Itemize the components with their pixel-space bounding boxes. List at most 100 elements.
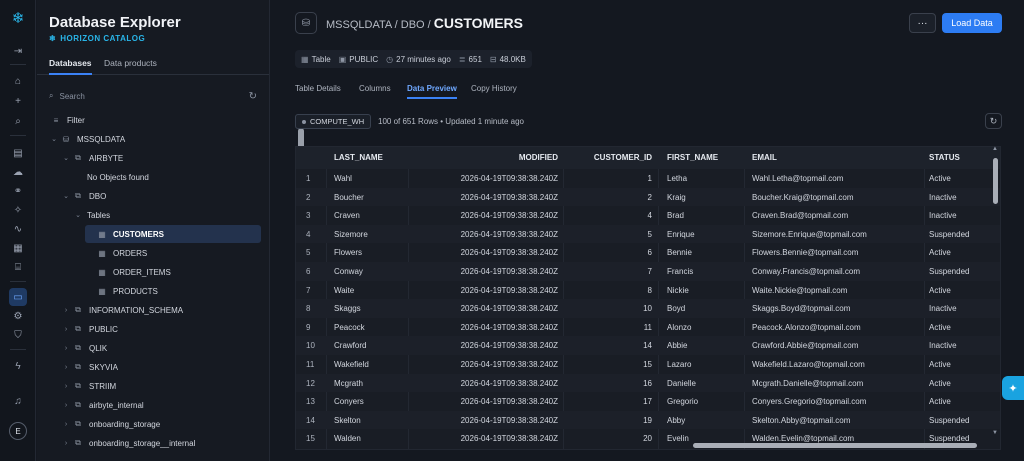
table-row[interactable]: 1 Wahl 2026-04-19T09:38:38.240Z 1 Letha Wahl.… (296, 169, 1000, 188)
table-row[interactable]: 13 Conyers 2026-04-19T09:38:38.240Z 17 Grego… (296, 392, 1000, 411)
header-col-last-name[interactable]: LAST_NAME (334, 153, 404, 162)
table-row[interactable]: 5 Flowers 2026-04-19T09:38:38.240Z 6 Bennie F… (296, 243, 1000, 262)
table-row[interactable]: 2 Boucher 2026-04-19T09:38:38.240Z 2 Kraig Bo… (296, 187, 1000, 207)
header-col-modified[interactable]: MODIFIED (410, 153, 558, 162)
governance-icon[interactable]: ⚙ (9, 307, 27, 325)
table-row[interactable]: 4 Sizemore 2026-04-19T09:38:38.240Z 5 Enriqu… (296, 224, 1000, 244)
warehouse-selector[interactable]: COMPUTE_WH (295, 114, 372, 129)
worksheets-icon[interactable]: ▤ (9, 144, 27, 162)
shield-icon[interactable]: ⛉ (9, 326, 27, 344)
cell-col-rownum: 5 (306, 248, 311, 258)
tree-item[interactable]: ⌄ ⧉ AIRBYTE (61, 149, 123, 167)
tree-item[interactable]: ⌄ ⛁ MSSQLDATA (49, 130, 125, 148)
scroll-down-icon[interactable]: ▼ (992, 430, 998, 436)
header-col-first-name[interactable]: FIRST_NAME (667, 153, 747, 162)
chevron-down-icon[interactable]: ⌄ (49, 135, 59, 143)
table-vertical-scrollbar[interactable]: ▲ ▼ (991, 146, 1001, 440)
breadcrumb-path[interactable]: MSSQLDATA / DBO / (326, 19, 431, 31)
header-col-email[interactable]: EMAIL (752, 153, 922, 162)
lightning-icon[interactable]: ϟ (9, 357, 27, 375)
chevron-right-icon[interactable]: › (61, 440, 71, 447)
search-icon[interactable]: ⌕ (9, 112, 27, 130)
expand-sidebar-icon[interactable]: ⇥ (9, 42, 27, 60)
scroll-thumb[interactable] (993, 158, 998, 204)
table-row[interactable]: 10 Crawford 2026-04-19T09:38:38.240Z 14 Abbi… (296, 336, 1000, 355)
bell-icon[interactable]: ♫ (9, 392, 27, 410)
chevron-right-icon[interactable]: › (61, 402, 71, 409)
tree-item-label: QLIK (89, 343, 108, 353)
cell-col-last-name: Waite (334, 285, 355, 295)
cell-col-status: Active (929, 285, 951, 295)
chevron-down-icon[interactable]: ⌄ (73, 211, 83, 219)
chevron-right-icon[interactable]: › (61, 326, 71, 333)
monitoring-icon[interactable]: ∿ (9, 220, 27, 238)
chevron-right-icon[interactable]: › (61, 307, 71, 314)
nav-rail: ❄ ⇥ ⌂ + ⌕ ▤ ☁ ⚭ ✧ ∿ ▦ ⌸ ▭ ⚙ ⛉ ϟ ♫ E (0, 0, 36, 461)
snowflake-logo-icon[interactable]: ❄ (9, 9, 27, 27)
ai-assistant-button[interactable]: ✦ (1002, 376, 1024, 400)
tree-item[interactable]: ▦ ORDERS (85, 244, 147, 262)
tree-item[interactable]: ⌄ ⧉ DBO (61, 187, 106, 205)
data-sharing-icon[interactable]: ⚭ (9, 182, 27, 200)
create-icon[interactable]: + (9, 92, 27, 110)
cell-col-first-name: Enrique (667, 229, 695, 239)
user-avatar[interactable]: E (9, 422, 27, 440)
apps-icon[interactable]: ▦ (9, 239, 27, 257)
database-icon[interactable]: ▭ (9, 288, 27, 306)
chevron-down-icon[interactable]: ⌄ (61, 192, 71, 200)
tree-item[interactable]: › ⧉ QLIK (61, 339, 107, 357)
table-row[interactable]: 9 Peacock 2026-04-19T09:38:38.240Z 11 Alonzo… (296, 318, 1000, 337)
tree-item[interactable]: ⌄ Tables (73, 206, 110, 224)
tree-item[interactable]: › ⧉ SKYVIA (61, 358, 118, 376)
tab-copy-history[interactable]: Copy History (471, 84, 517, 93)
table-row[interactable]: 3 Craven 2026-04-19T09:38:38.240Z 4 Brad Crav… (296, 206, 1000, 225)
cell-col-first-name: Lazaro (667, 360, 692, 369)
scroll-thumb[interactable] (693, 443, 977, 448)
table-row[interactable]: 7 Waite 2026-04-19T09:38:38.240Z 8 Nickie Wai… (296, 281, 1000, 300)
header-col-customer-id[interactable]: CUSTOMER_ID (564, 153, 652, 162)
tree-item[interactable]: › ⧉ PUBLIC (61, 320, 118, 338)
filter-button[interactable]: ≡ Filter (49, 111, 85, 129)
chevron-right-icon[interactable]: › (61, 383, 71, 390)
chevron-right-icon[interactable]: › (61, 421, 71, 428)
search-input[interactable]: Search (59, 92, 84, 101)
chevron-down-icon[interactable]: ⌄ (61, 154, 71, 162)
marketplace-icon[interactable]: ⌸ (9, 258, 27, 276)
tree-item[interactable]: ▦ ORDER_ITEMS (85, 263, 171, 281)
home-icon[interactable]: ⌂ (9, 72, 27, 90)
cell-col-modified: 2026-04-19T09:38:38.240Z (460, 415, 558, 425)
tree-item[interactable]: › ⧉ airbyte_internal (61, 396, 144, 414)
tree-item[interactable]: › ⧉ onboarding_storage (61, 415, 160, 433)
data-preview-table: LAST_NAME MODIFIED CUSTOMER_ID FIRST_NAME EM… (295, 146, 1001, 450)
table-row[interactable]: 12 Mcgrath 2026-04-19T09:38:38.240Z 16 Danie… (296, 373, 1000, 393)
upload-icon[interactable]: ☁ (9, 163, 27, 181)
refresh-icon[interactable]: ↻ (249, 91, 257, 102)
table-horizontal-scrollbar[interactable] (295, 440, 991, 450)
header-col-status[interactable]: STATUS (929, 153, 999, 162)
table-row[interactable]: 14 Skelton 2026-04-19T09:38:38.240Z 19 Abby S… (296, 410, 1000, 430)
cell-col-modified: 2026-04-19T09:38:38.240Z (460, 341, 558, 351)
tab-databases[interactable]: Databases (49, 58, 92, 75)
table-row[interactable]: 8 Skaggs 2026-04-19T09:38:38.240Z 10 Boyd Ska… (296, 299, 1000, 318)
refresh-preview-button[interactable]: ↻ (985, 113, 1002, 129)
more-options-button[interactable]: ··· (909, 13, 936, 33)
table-row[interactable]: 6 Conway 2026-04-19T09:38:38.240Z 7 Francis C… (296, 262, 1000, 281)
chevron-right-icon[interactable]: › (61, 345, 71, 352)
schema-icon: ⧉ (75, 381, 81, 390)
ai-studio-icon[interactable]: ✧ (9, 201, 27, 219)
tree-item[interactable]: No Objects found (73, 168, 149, 186)
tab-data-products[interactable]: Data products (104, 58, 157, 68)
tree-item[interactable]: › ⧉ onboarding_storage__internal (61, 434, 195, 452)
load-data-button[interactable]: Load Data (942, 13, 1002, 33)
tree-item[interactable]: › ⧉ INFORMATION_SCHEMA (61, 301, 183, 319)
tree-item[interactable]: ▦ CUSTOMERS (85, 225, 261, 243)
tab-columns[interactable]: Columns (359, 84, 391, 93)
tree-item[interactable]: ▦ PRODUCTS (85, 282, 158, 300)
scroll-up-icon[interactable]: ▲ (992, 146, 998, 152)
tree-item[interactable]: › ⧉ STRIIM (61, 377, 116, 395)
tab-data-preview[interactable]: Data Preview (407, 84, 457, 99)
tab-table-details[interactable]: Table Details (295, 84, 341, 93)
sidebar-search[interactable]: ⌕ Search ↻ (49, 87, 257, 105)
chevron-right-icon[interactable]: › (61, 364, 71, 371)
table-row[interactable]: 11 Wakefield 2026-04-19T09:38:38.240Z 15 Laz… (296, 355, 1000, 374)
